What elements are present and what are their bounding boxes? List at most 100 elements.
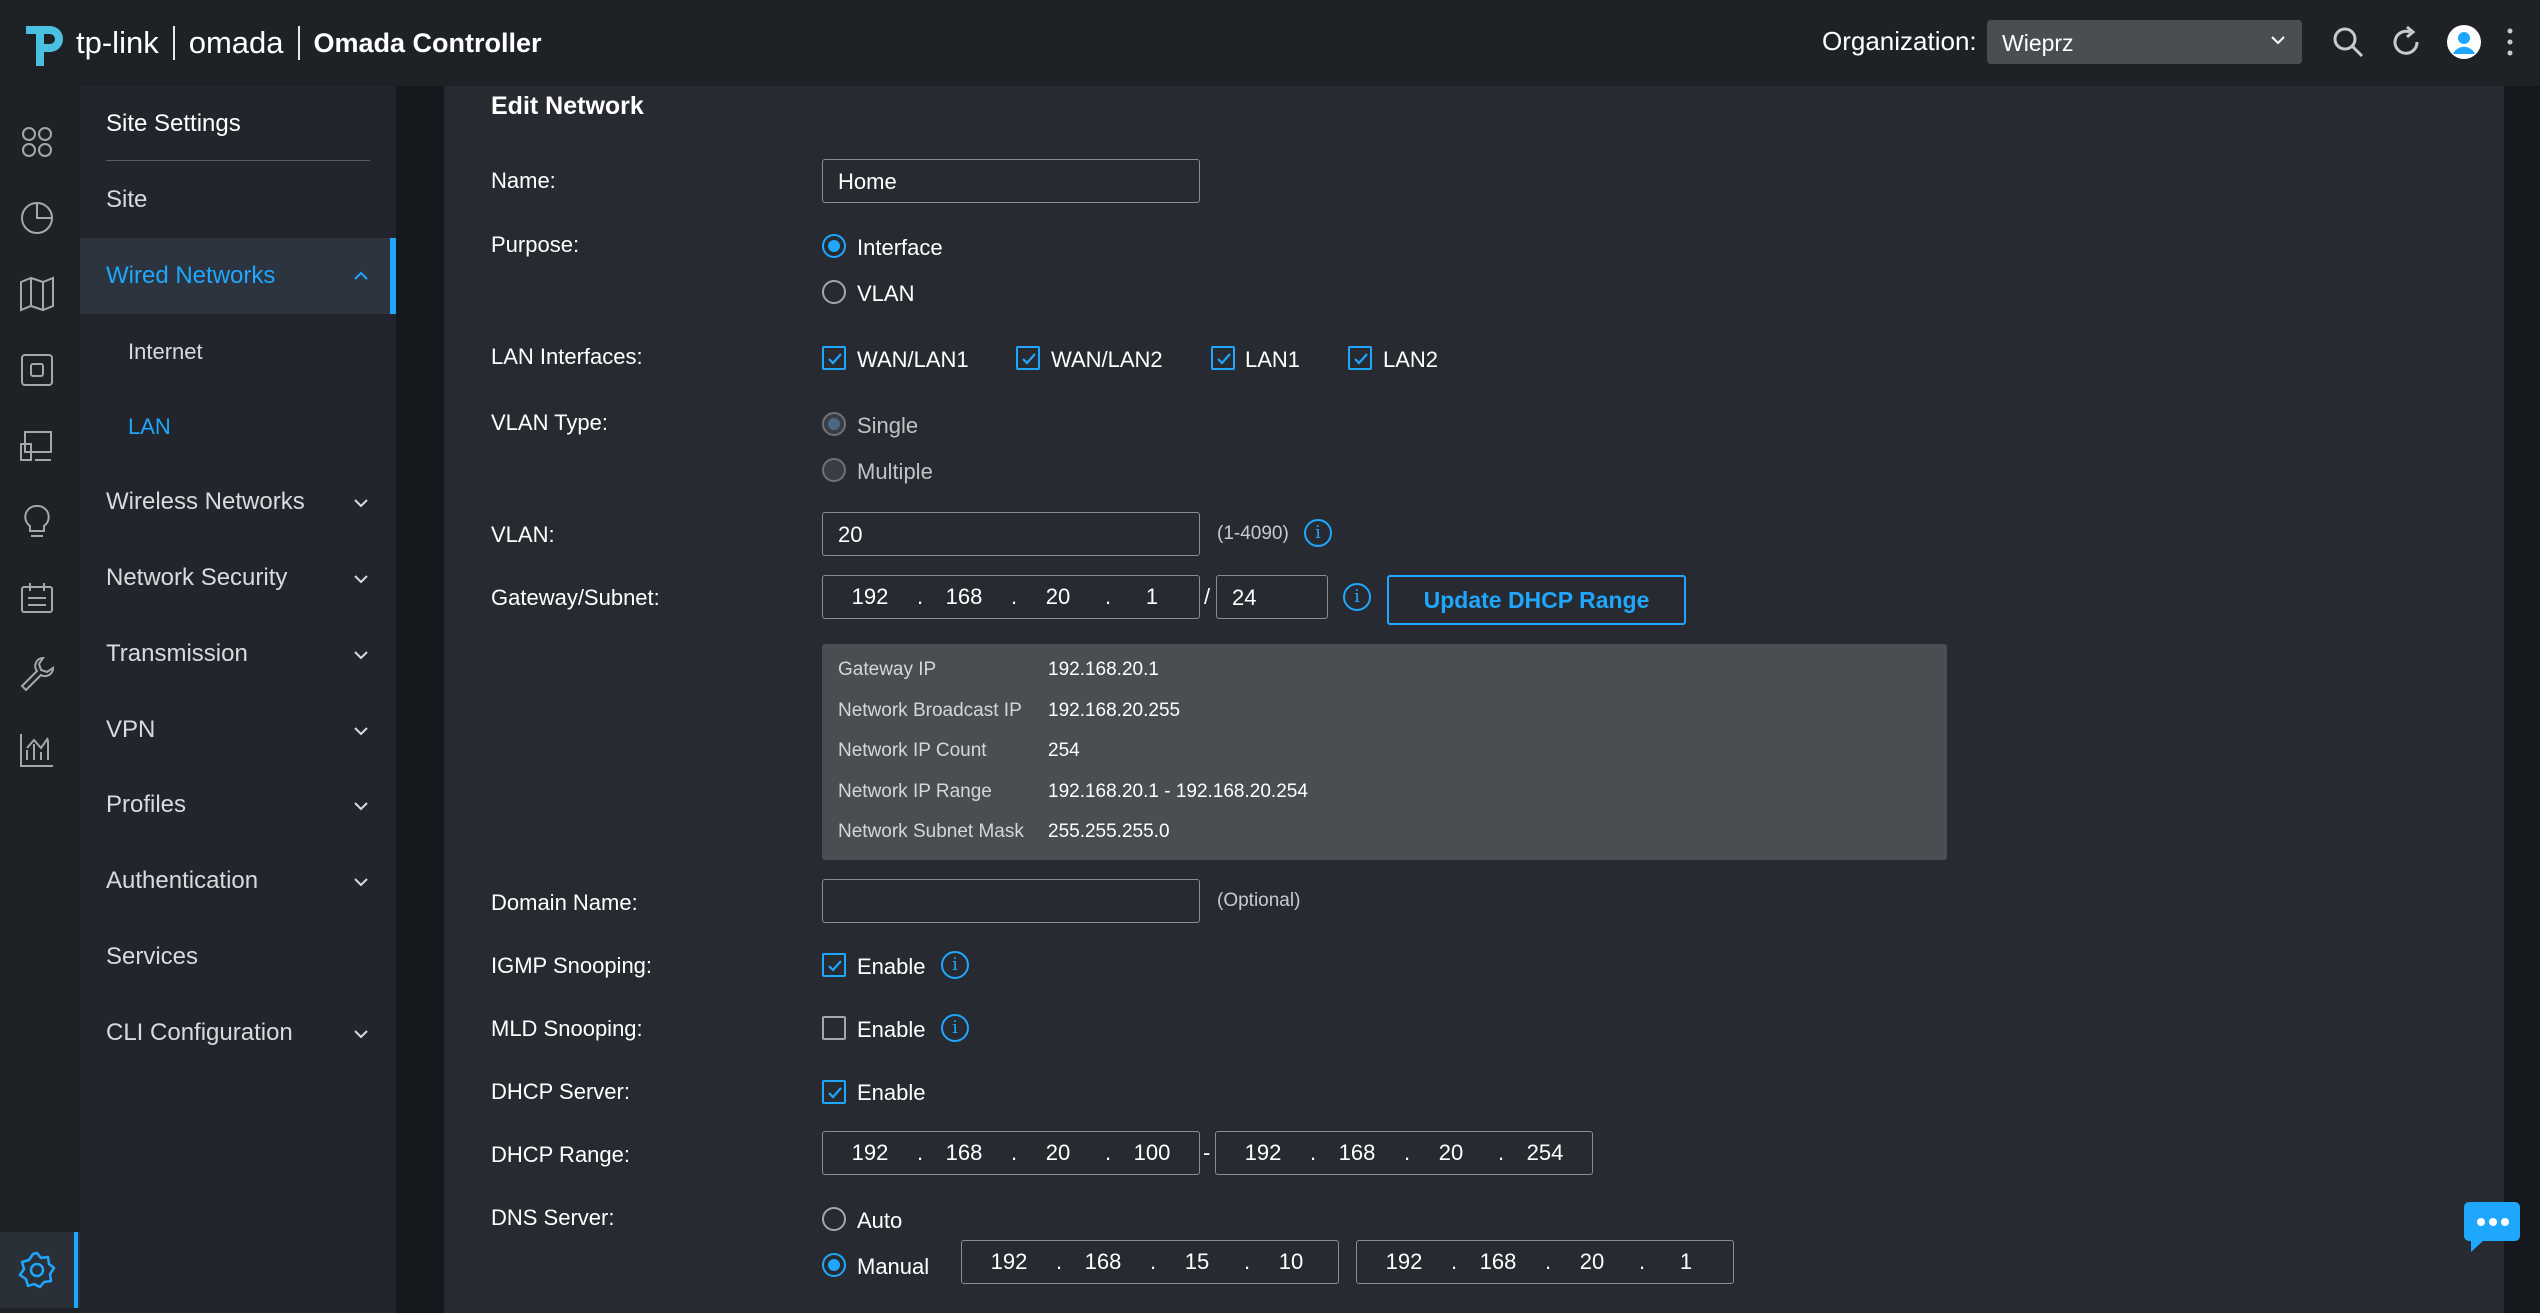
name-input[interactable]: Home — [822, 159, 1200, 203]
igmp-enable-checkbox[interactable] — [822, 953, 846, 977]
devices-icon[interactable] — [17, 350, 57, 390]
lan-if-lan1-checkbox[interactable] — [1211, 346, 1235, 370]
purpose-interface-label: Interface — [857, 235, 943, 260]
name-input-value: Home — [838, 169, 897, 194]
dhcp-range-label: DHCP Range: — [491, 1142, 630, 1167]
logo[interactable]: tp-link omada Omada Controller — [22, 18, 542, 68]
sidebar-item-site[interactable]: Site — [80, 168, 396, 232]
chat-support-icon[interactable] — [2463, 1200, 2521, 1254]
search-icon[interactable] — [2330, 24, 2366, 60]
sidebar-item-vpn[interactable]: VPN — [80, 698, 396, 762]
igmp-enable-label: Enable — [857, 954, 926, 979]
mld-enable-checkbox[interactable] — [822, 1016, 846, 1040]
lan-if-wan-lan1-checkbox[interactable] — [822, 346, 846, 370]
dhcp-enable-checkbox[interactable] — [822, 1080, 846, 1104]
name-label: Name: — [491, 168, 556, 193]
domain-name-input[interactable] — [822, 879, 1200, 923]
dns-primary-input[interactable]: 192. 168. 15. 10 — [961, 1240, 1339, 1284]
product-name: Omada Controller — [313, 27, 542, 58]
dns-server-label: DNS Server: — [491, 1205, 615, 1230]
purpose-vlan-label: VLAN — [857, 281, 915, 306]
gateway-ip-input[interactable]: 192. 168. 20. 1 — [822, 575, 1200, 619]
subnet-mask-input[interactable]: 24 — [1216, 575, 1328, 619]
settings-gear-icon — [18, 1251, 56, 1289]
vlan-type-single-radio[interactable] — [822, 412, 846, 436]
icon-rail — [0, 86, 76, 1313]
sidebar-item-lan[interactable]: LAN — [80, 395, 396, 459]
sidebar-item-wireless-networks[interactable]: Wireless Networks — [80, 470, 396, 534]
insights-bulb-icon[interactable] — [17, 502, 57, 542]
settings-rail-item[interactable] — [0, 1232, 80, 1308]
sidebar-item-wired-networks[interactable]: Wired Networks — [80, 238, 396, 314]
sidebar-item-label: Transmission — [106, 640, 248, 667]
sidebar-item-authentication[interactable]: Authentication — [80, 849, 396, 913]
info-key: Network IP Count — [838, 740, 987, 761]
settings-sidebar: Site Settings Site Wired Networks Intern… — [80, 86, 396, 1313]
dns-secondary-input[interactable]: 192. 168. 20. 1 — [1356, 1240, 1734, 1284]
clients-icon[interactable] — [17, 426, 57, 466]
vlan-input[interactable]: 20 — [822, 512, 1200, 556]
lan-if-lan1-label: LAN1 — [1245, 347, 1301, 372]
mld-info-icon[interactable]: i — [941, 1014, 969, 1042]
brand-omada: omada — [188, 25, 284, 60]
dashboard-icon[interactable] — [17, 122, 57, 162]
brand-text: tp-link — [76, 25, 159, 60]
lan-if-wan-lan2-checkbox[interactable] — [1016, 346, 1040, 370]
dhcp-server-label: DHCP Server: — [491, 1079, 630, 1104]
sidebar-item-transmission[interactable]: Transmission — [80, 622, 396, 686]
sidebar-item-services[interactable]: Services — [80, 925, 396, 989]
purpose-vlan-radio[interactable] — [822, 280, 846, 304]
purpose-interface-radio[interactable] — [822, 234, 846, 258]
dhcp-range-start-input[interactable]: 192. 168. 20. 100 — [822, 1131, 1200, 1175]
igmp-snooping-label: IGMP Snooping: — [491, 953, 653, 978]
update-dhcp-range-button[interactable]: Update DHCP Range — [1387, 575, 1686, 625]
dns-auto-radio[interactable] — [822, 1207, 846, 1231]
lan-if-lan2-checkbox[interactable] — [1348, 346, 1372, 370]
map-icon[interactable] — [17, 274, 57, 314]
sidebar-item-internet[interactable]: Internet — [80, 320, 396, 384]
ip-octet: 20 — [1579, 1249, 1605, 1274]
info-value: 192.168.20.255 — [1048, 700, 1181, 721]
dns-auto-label: Auto — [857, 1208, 903, 1233]
reports-chart-icon[interactable] — [17, 730, 57, 770]
rail-active-indicator — [74, 1232, 78, 1308]
info-key: Network Broadcast IP — [838, 700, 1022, 721]
gateway-info-icon[interactable]: i — [1343, 583, 1371, 611]
sidebar-item-network-security[interactable]: Network Security — [80, 546, 396, 610]
sidebar-item-label: Authentication — [106, 867, 259, 894]
network-info-panel: Gateway IP 192.168.20.1 Network Broadcas… — [822, 644, 1947, 860]
vlan-info-icon[interactable]: i — [1304, 519, 1332, 547]
vlan-type-multiple-radio[interactable] — [822, 458, 846, 482]
dhcp-range-end-input[interactable]: 192. 168. 20. 254 — [1215, 1131, 1593, 1175]
ip-octet: 20 — [1438, 1140, 1464, 1165]
organization-select[interactable]: Wieprz — [1987, 20, 2302, 64]
lan-if-wan-lan2-label: WAN/LAN2 — [1051, 347, 1163, 372]
sidebar-item-cli-configuration[interactable]: CLI Configuration — [80, 1001, 396, 1065]
ip-octet: 192 — [851, 584, 889, 609]
logo-divider-2 — [297, 26, 300, 60]
sidebar-item-label: Network Security — [106, 564, 288, 591]
mld-snooping-label: MLD Snooping: — [491, 1016, 643, 1041]
dns-manual-radio[interactable] — [822, 1253, 846, 1277]
gateway-subnet-label: Gateway/Subnet: — [491, 585, 660, 610]
statistics-icon[interactable] — [17, 198, 57, 238]
sidebar-item-profiles[interactable]: Profiles — [80, 773, 396, 837]
update-dhcp-range-label: Update DHCP Range — [1423, 586, 1650, 613]
igmp-info-icon[interactable]: i — [941, 951, 969, 979]
sidebar-title: Site Settings — [106, 110, 241, 137]
avatar[interactable] — [2446, 24, 2482, 60]
tp-link-logo-icon — [26, 26, 63, 66]
info-value: 192.168.20.1 — [1048, 659, 1159, 680]
chevron-down-icon — [354, 1030, 368, 1039]
refresh-icon[interactable] — [2388, 24, 2424, 60]
top-header: tp-link omada Omada Controller Organizat… — [0, 0, 2540, 86]
dhcp-enable-label: Enable — [857, 1080, 926, 1105]
ip-octet: 15 — [1184, 1249, 1210, 1274]
page-title: Edit Network — [491, 92, 644, 120]
vlan-range-hint: (1-4090) — [1217, 523, 1289, 544]
tools-wrench-icon[interactable] — [17, 654, 57, 694]
chevron-down-icon — [354, 499, 368, 508]
chevron-down-icon — [354, 575, 368, 584]
more-vertical-icon[interactable] — [2500, 24, 2520, 60]
logs-icon[interactable] — [17, 578, 57, 618]
